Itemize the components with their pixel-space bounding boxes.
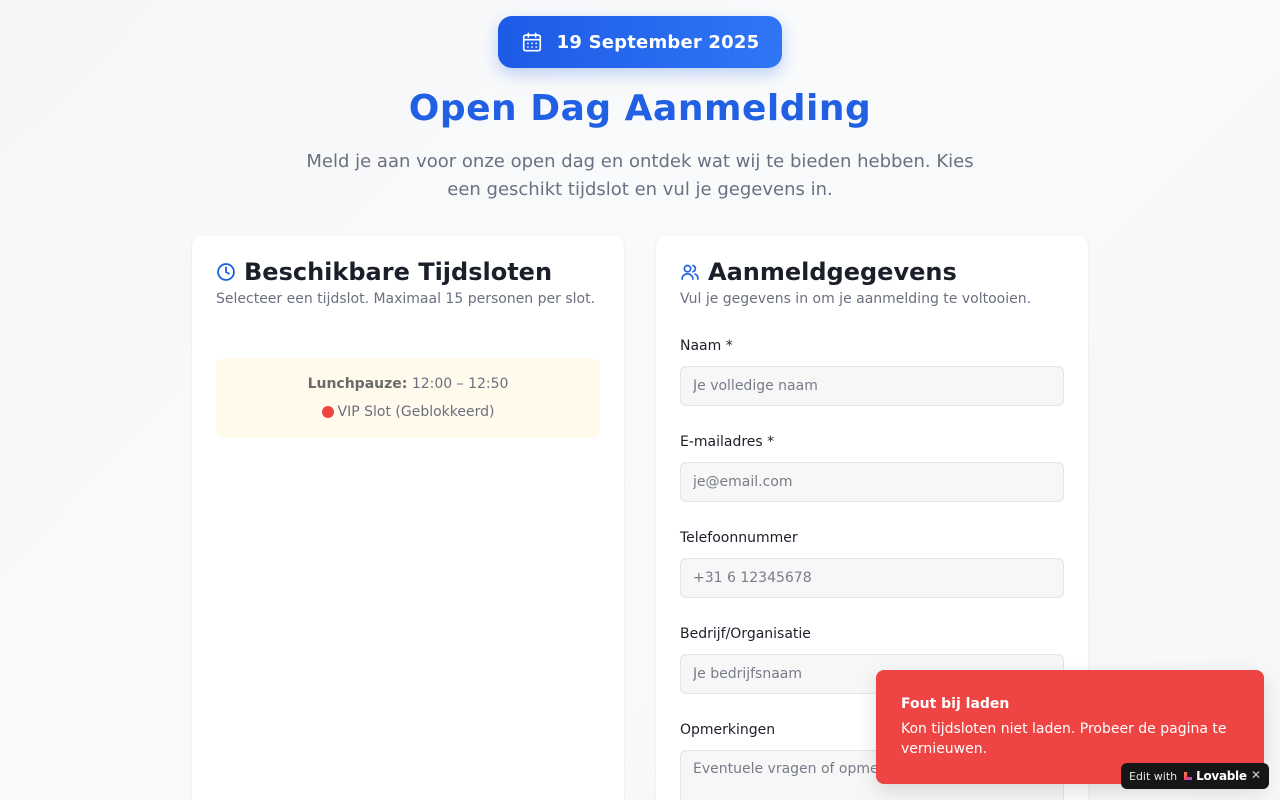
registration-header: Aanmeldgegevens [680,258,957,286]
lovable-brand: Lovable [1196,769,1247,783]
name-input[interactable] [680,366,1064,406]
timeslots-description: Selecteer een tijdslot. Maximaal 15 pers… [216,291,596,307]
vip-slot-label: VIP Slot (Geblokkeerd) [337,404,495,420]
email-input[interactable] [680,462,1064,502]
timeslots-title: Beschikbare Tijdsloten [244,258,553,286]
timeslots-header: Beschikbare Tijdsloten [216,258,552,286]
close-icon[interactable]: ✕ [1251,768,1261,782]
lunch-break-slot: Lunchpauze: 12:00 – 12:50 VIP Slot (Gebl… [216,358,600,438]
page: 19 September 2025 Open Dag Aanmelding Me… [0,0,1280,800]
lunch-break-label: Lunchpauze: [307,376,408,392]
edit-with-lovable-badge[interactable]: Edit with Lovable ✕ [1121,763,1269,789]
company-label: Bedrijf/Organisatie [680,626,811,642]
phone-label: Telefoonnummer [680,530,798,546]
date-badge: 19 September 2025 [498,16,782,68]
toast-title: Fout bij laden [901,696,1010,712]
page-subtitle: Meld je aan voor onze open dag en ontdek… [306,151,974,200]
toast-message: Kon tijdsloten niet laden. Probeer de pa… [901,721,1227,757]
lunch-break-time: 12:00 – 12:50 [411,376,509,392]
phone-input[interactable] [680,558,1064,598]
red-dot-icon [321,406,334,418]
calendar-icon [521,31,543,53]
lovable-logo-icon [1183,771,1193,781]
page-title: Open Dag Aanmelding [408,88,872,129]
lunch-break-line: Lunchpauze: 12:00 – 12:50 [216,376,600,392]
email-label: E-mailadres * [680,434,775,450]
timeslots-card: Beschikbare Tijdsloten Selecteer een tij… [192,236,624,800]
registration-title: Aanmeldgegevens [708,258,957,286]
vip-slot-status: VIP Slot (Geblokkeerd) [216,404,600,420]
event-date: 19 September 2025 [556,31,760,53]
clock-icon [216,262,236,282]
name-label: Naam * [680,338,733,354]
remarks-label: Opmerkingen [680,722,776,738]
registration-description: Vul je gegevens in om je aanmelding te v… [680,291,1032,307]
users-icon [680,262,700,282]
edit-with-label: Edit with [1129,769,1178,783]
